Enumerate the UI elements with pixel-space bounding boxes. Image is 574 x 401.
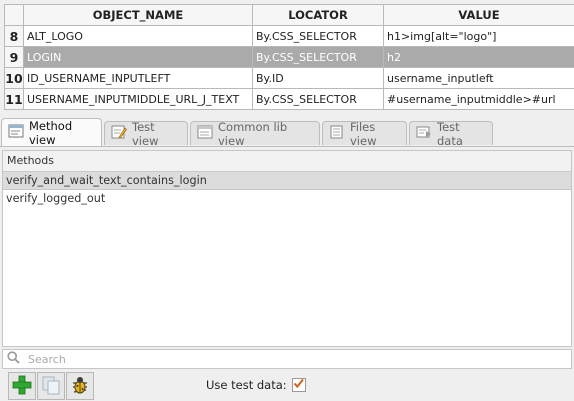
tab-label: Test data xyxy=(437,119,463,148)
locator-cell[interactable]: By.CSS_SELECTOR xyxy=(252,25,384,47)
column-header-object-name[interactable]: OBJECT_NAME xyxy=(23,4,253,26)
use-test-data-checkbox[interactable] xyxy=(291,378,306,392)
row-number-header xyxy=(4,4,24,26)
tab-common-lib-view[interactable]: Common lib view xyxy=(190,119,320,148)
table-header-row: OBJECT_NAME LOCATOR VALUE xyxy=(4,4,574,26)
value-cell[interactable]: username_inputleft xyxy=(383,67,574,89)
table-row-selected[interactable]: 9 LOGIN By.CSS_SELECTOR h2 xyxy=(4,46,574,68)
add-button[interactable] xyxy=(8,372,36,400)
tab-divider xyxy=(0,146,574,147)
copy-icon xyxy=(41,375,61,398)
method-view-icon xyxy=(8,124,24,141)
column-header-value[interactable]: VALUE xyxy=(383,4,574,26)
tab-label: Common lib view xyxy=(218,119,288,148)
tab-label: Test view xyxy=(132,119,159,148)
object-name-cell[interactable]: USERNAME_INPUTMIDDLE_URL_J_TEXT xyxy=(23,88,253,110)
tab-label: Files view xyxy=(350,119,377,148)
checkmark-icon xyxy=(293,378,304,392)
table-row[interactable]: 8 ALT_LOGO By.CSS_SELECTOR h1>img[alt="l… xyxy=(4,25,574,47)
files-view-icon xyxy=(329,125,345,142)
view-tabs: Method view Test view Common lib view Fi… xyxy=(0,118,574,148)
row-number[interactable]: 9 xyxy=(4,46,24,68)
method-list-item-selected[interactable]: verify_and_wait_text_contains_login xyxy=(3,172,571,190)
search-bar xyxy=(2,349,572,369)
object-table: OBJECT_NAME LOCATOR VALUE 8 ALT_LOGO By.… xyxy=(4,4,574,110)
debug-button[interactable] xyxy=(66,372,94,400)
methods-header[interactable]: Methods xyxy=(3,151,571,172)
row-number[interactable]: 8 xyxy=(4,25,24,47)
use-test-data-label: Use test data: xyxy=(206,378,287,392)
locator-cell[interactable]: By.CSS_SELECTOR xyxy=(252,46,384,68)
object-name-cell[interactable]: LOGIN xyxy=(23,46,253,68)
value-cell[interactable]: h1>img[alt="logo"] xyxy=(383,25,574,47)
object-name-cell[interactable]: ID_USERNAME_INPUTLEFT xyxy=(23,67,253,89)
method-list-item[interactable]: verify_logged_out xyxy=(3,190,571,207)
row-number[interactable]: 11 xyxy=(4,88,24,110)
row-number[interactable]: 10 xyxy=(4,67,24,89)
object-name-cell[interactable]: ALT_LOGO xyxy=(23,25,253,47)
test-data-icon xyxy=(416,125,432,142)
copy-button[interactable] xyxy=(37,372,65,400)
test-view-icon xyxy=(111,125,127,142)
plus-icon xyxy=(12,375,32,398)
tab-label: Method view xyxy=(29,118,73,147)
tab-method-view[interactable]: Method view xyxy=(1,118,102,147)
bug-icon xyxy=(70,375,90,398)
bottom-toolbar: Use test data: xyxy=(0,370,574,401)
locator-cell[interactable]: By.CSS_SELECTOR xyxy=(252,88,384,110)
search-input[interactable] xyxy=(26,351,550,367)
table-row[interactable]: 11 USERNAME_INPUTMIDDLE_URL_J_TEXT By.CS… xyxy=(4,88,574,110)
methods-panel: Methods verify_and_wait_text_contains_lo… xyxy=(2,150,572,347)
use-test-data: Use test data: xyxy=(206,378,306,392)
column-header-locator[interactable]: LOCATOR xyxy=(252,4,384,26)
tab-test-view[interactable]: Test view xyxy=(104,119,188,148)
tab-test-data[interactable]: Test data xyxy=(409,119,493,148)
value-cell[interactable]: h2 xyxy=(383,46,574,68)
value-cell[interactable]: #username_inputmiddle>#url xyxy=(383,88,574,110)
tab-files-view[interactable]: Files view xyxy=(322,119,407,148)
search-icon xyxy=(7,351,20,367)
common-lib-icon xyxy=(197,125,213,142)
table-row[interactable]: 10 ID_USERNAME_INPUTLEFT By.ID username_… xyxy=(4,67,574,89)
locator-cell[interactable]: By.ID xyxy=(252,67,384,89)
